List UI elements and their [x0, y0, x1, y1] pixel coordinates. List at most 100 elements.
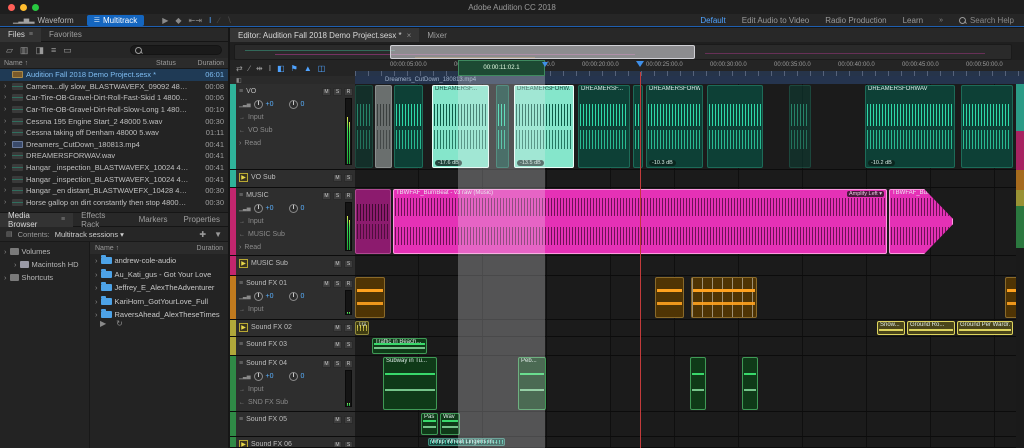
track-name[interactable]: MUSIC: [246, 192, 269, 199]
pan-knob[interactable]: [289, 204, 298, 213]
track-lane[interactable]: TraSnow...Ground Ro...Ground Per Wardr..…: [355, 320, 1024, 336]
track-header[interactable]: ≡Sound FX 05MS: [230, 412, 355, 436]
audio-clip[interactable]: [707, 85, 763, 168]
track-name[interactable]: Sound FX 05: [246, 416, 287, 423]
volume-knob[interactable]: [254, 204, 263, 213]
expander-icon[interactable]: ›: [4, 106, 12, 113]
audio-clip[interactable]: Wav: [440, 413, 460, 435]
tree-item-volumes[interactable]: ›Volumes: [0, 245, 89, 258]
file-row[interactable]: ›Horse gallop on dirt constantly then st…: [0, 197, 228, 209]
track-name[interactable]: Sound FX 06: [251, 441, 292, 447]
track-lane[interactable]: DREAMERSF... -17.6 dB DREAMERSFORW...-13.5…: [355, 84, 1024, 169]
expander-icon[interactable]: ›: [4, 176, 12, 183]
pan-knob[interactable]: [289, 292, 298, 301]
track-name[interactable]: VO: [246, 88, 256, 95]
expander-icon[interactable]: ›: [4, 118, 12, 125]
file-row[interactable]: ›Hangar _inspection_BLASTWAVEFX_10024 48…: [0, 173, 228, 185]
tab-markers[interactable]: Markers: [131, 213, 176, 227]
output-bus-selector[interactable]: MUSIC Sub: [248, 231, 285, 238]
audio-clip[interactable]: [655, 277, 684, 318]
input-selector[interactable]: Input: [248, 306, 264, 313]
solo-button[interactable]: S: [333, 88, 342, 96]
solo-button[interactable]: S: [344, 324, 353, 332]
multitrack-view-button[interactable]: ☰ Multitrack: [87, 15, 145, 26]
solo-button[interactable]: S: [333, 192, 342, 200]
panel-menu-icon[interactable]: ≡: [29, 31, 33, 38]
audio-clip[interactable]: Pas: [421, 413, 438, 435]
arm-button[interactable]: R: [344, 360, 353, 368]
playhead-marker[interactable]: [636, 61, 644, 71]
video-panel-icon[interactable]: ◫: [318, 64, 326, 73]
solo-button[interactable]: S: [333, 280, 342, 288]
snap-icon[interactable]: ◧: [277, 64, 285, 73]
search-help[interactable]: Search Help: [959, 16, 1014, 25]
expander-icon[interactable]: ›: [4, 94, 12, 101]
mute-button[interactable]: M: [333, 260, 342, 268]
clip-gain-badge[interactable]: -17.6 dB: [435, 160, 462, 166]
collapse-all-icon[interactable]: ≡: [51, 45, 56, 56]
delete-icon[interactable]: ▭: [63, 45, 72, 56]
new-tag-icon[interactable]: ◨: [35, 45, 44, 56]
expander-icon[interactable]: ›: [95, 297, 98, 306]
track-header[interactable]: ≡MUSICMSR▁▃▅+00→Input←MUSIC Sub›Read: [230, 188, 355, 255]
track-menu-icon[interactable]: ≡: [239, 88, 243, 95]
track-lane[interactable]: Subway in Tu...Peb...: [355, 356, 1024, 411]
automation-mode-selector[interactable]: Read: [244, 244, 261, 251]
double-chevron-icon[interactable]: »: [939, 17, 943, 24]
solo-button[interactable]: S: [344, 260, 353, 268]
audio-clip[interactable]: [961, 85, 1013, 168]
audio-clip[interactable]: Traffic in Beach...: [372, 338, 427, 354]
slip-tool-icon[interactable]: ⇹: [256, 64, 263, 73]
razor-tool-icon[interactable]: ∕: [249, 64, 250, 73]
track-lane[interactable]: Whip Wheat Lingens in...: [355, 437, 1024, 447]
files-column-header[interactable]: Name ↑ Status Duration: [0, 58, 228, 69]
expander-icon[interactable]: ›: [4, 141, 12, 148]
trim-icon[interactable]: ⇤⇥: [189, 16, 202, 25]
expander-icon[interactable]: ›: [95, 270, 98, 279]
open-folder-icon[interactable]: ▱: [6, 45, 13, 56]
track-lane[interactable]: TBWFAF_BurnBeat - v3 raw (Music)Amplify …: [355, 188, 1024, 255]
audio-clip[interactable]: DREAMERSFORW...-13.5 dB: [514, 85, 574, 168]
media-folder-row[interactable]: ›KariHorn_GotYourLove_Full: [90, 295, 228, 309]
audio-clip[interactable]: [742, 357, 758, 410]
track-name[interactable]: Sound FX 03: [246, 341, 287, 348]
file-row[interactable]: ›Cessna taking off Denham 48000 5.wav01:…: [0, 127, 228, 139]
track-header[interactable]: ▶Sound FX 06MS: [230, 437, 355, 447]
file-row[interactable]: ›Car-Tire-OB-Gravel-Dirt-Roll-Slow-Long …: [0, 104, 228, 116]
marker-icon[interactable]: ⚑: [291, 64, 298, 73]
solo-button[interactable]: S: [333, 360, 342, 368]
file-row[interactable]: ›Car-Tire-OB-Gravel-Dirt-Roll-Fast-Skid …: [0, 92, 228, 104]
file-row[interactable]: ›Cessna 195 Engine Start_2 48000 5.wav00…: [0, 115, 228, 127]
panel-menu-icon[interactable]: ≡: [61, 216, 65, 223]
expander-icon[interactable]: ›: [4, 247, 7, 256]
import-file-icon[interactable]: ▥: [20, 45, 29, 56]
tab-editor[interactable]: Editor: Audition Fall 2018 Demo Project.…: [230, 28, 419, 42]
audio-clip[interactable]: Ground Per Wardr...: [957, 321, 1013, 335]
file-row[interactable]: ›Camera...dly slow_BLASTWAVEFX_09092 480…: [0, 81, 228, 93]
expander-icon[interactable]: ›: [4, 129, 12, 136]
clip-effect-tag[interactable]: Amplify Left ▾: [847, 191, 884, 197]
audio-clip[interactable]: [690, 357, 706, 410]
pan-knob[interactable]: [289, 100, 298, 109]
audio-clip[interactable]: [394, 85, 423, 168]
mute-button[interactable]: M: [322, 192, 331, 200]
tab-media-browser[interactable]: Media Browser≡: [0, 213, 73, 227]
scrub-icon[interactable]: ▶: [162, 16, 168, 25]
audio-clip[interactable]: DREAMERSF...: [578, 85, 630, 168]
input-selector[interactable]: Input: [248, 218, 264, 225]
mute-button[interactable]: M: [322, 280, 331, 288]
audio-clip[interactable]: [355, 277, 385, 318]
menu-item-learn[interactable]: Learn: [903, 16, 923, 25]
audio-clip[interactable]: Ground Ro...: [907, 321, 955, 335]
automation-mode-selector[interactable]: Read: [244, 140, 261, 147]
filter-icon[interactable]: ▼: [214, 230, 222, 239]
mute-button[interactable]: M: [333, 174, 342, 182]
track-name[interactable]: Sound FX 04: [246, 360, 287, 367]
volume-knob[interactable]: [254, 100, 263, 109]
audio-clip[interactable]: DREAMERSFORWAV (Dialogue)-10.3 dB: [646, 85, 703, 168]
track-menu-icon[interactable]: ≡: [239, 416, 243, 423]
audio-clip[interactable]: [633, 85, 643, 168]
media-folder-row[interactable]: ›Jeffrey_E_AlexTheAdventurer: [90, 281, 228, 295]
metronome-icon[interactable]: ▲: [304, 64, 312, 73]
move-tool-icon[interactable]: ⇄: [236, 64, 243, 73]
